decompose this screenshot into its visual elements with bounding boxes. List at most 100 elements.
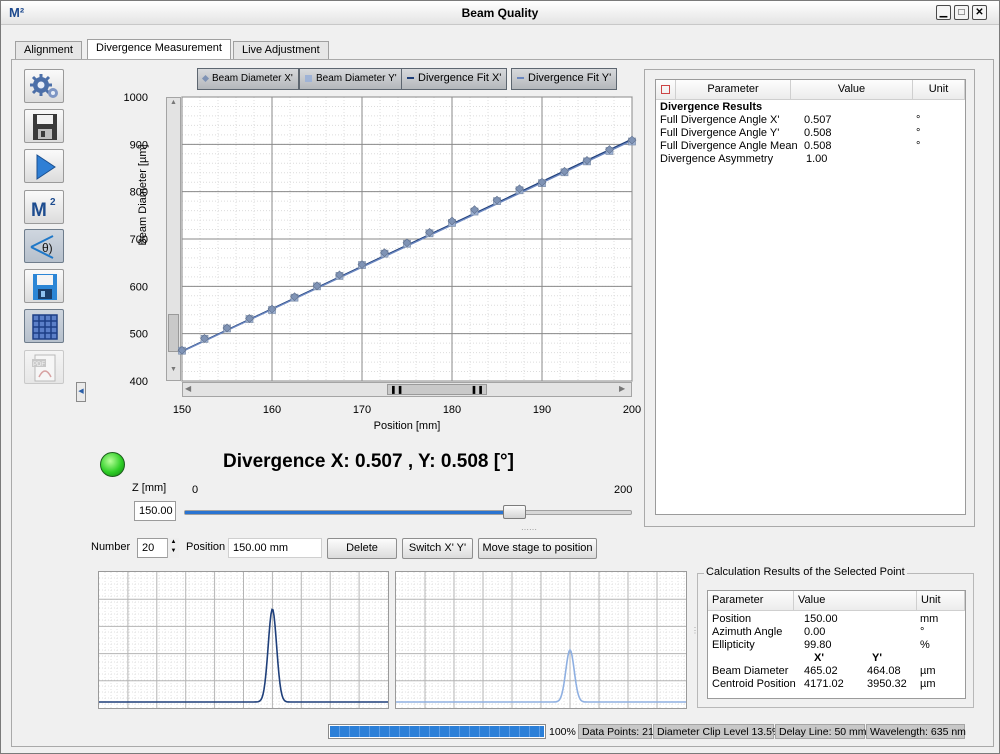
z-slider-handle[interactable] <box>503 505 527 519</box>
svg-text:PDF: PDF <box>33 362 45 368</box>
y-tick-label: 500 <box>130 329 148 341</box>
profile-curve-x <box>99 572 388 708</box>
sp-row-value: 99.80 <box>804 639 832 651</box>
sp-col-value[interactable]: Value <box>794 591 917 611</box>
tab-alignment[interactable]: Alignment <box>15 41 82 60</box>
sp-row-unit: mm <box>920 613 939 625</box>
grid-table-icon <box>32 314 58 340</box>
sp-row-value: 150.00 <box>804 613 838 625</box>
sp-header-y: Y' <box>872 652 882 664</box>
section-divergence-results: Divergence Results <box>660 101 763 113</box>
horizontal-splitter-handle[interactable]: ⋯⋯ <box>521 525 537 534</box>
result-row-unit: ° <box>916 114 921 126</box>
result-row-value: 0.507 <box>804 114 832 126</box>
x-tick-label: 170 <box>353 404 371 416</box>
result-row-parameter: Divergence Asymmetry <box>660 153 774 165</box>
sp-xy-row-y: 3950.32 <box>867 678 907 690</box>
table-row-stripe <box>656 165 965 178</box>
close-button[interactable]: ✕ <box>972 5 987 20</box>
sp-xy-row-y: 464.08 <box>867 665 901 677</box>
table-view-button[interactable] <box>24 309 64 343</box>
save-button[interactable] <box>24 269 64 303</box>
sp-col-parameter[interactable]: Parameter <box>708 591 794 611</box>
status-led-icon <box>100 452 125 477</box>
m2-button[interactable]: M 2 <box>24 190 64 224</box>
x-tick-label: 160 <box>263 404 281 416</box>
result-row-parameter: Full Divergence Angle Y' <box>660 127 780 139</box>
status-clip-level: Diameter Clip Level 13.5% <box>653 724 781 739</box>
settings-button[interactable] <box>24 69 64 103</box>
x-tick-label: 190 <box>533 404 551 416</box>
main-window: M² Beam Quality ▁ □ ✕ Alignment Divergen… <box>0 0 1000 754</box>
divergence-button[interactable]: θ) <box>24 229 64 263</box>
divergence-chart[interactable]: 150 160 170 180 190 200 400 500 600 700 800 900 1000… <box>101 91 646 446</box>
col-header-value[interactable]: Value <box>791 80 913 100</box>
legend-divergence-fit-y[interactable]: Divergence Fit Y' <box>511 68 618 90</box>
legend-divergence-fit-x[interactable]: Divergence Fit X' <box>401 68 508 90</box>
chart-x-axis-label: Position [mm] <box>374 420 441 432</box>
z-label: Z [mm] <box>132 482 167 494</box>
load-disk-icon <box>33 114 57 140</box>
col-header-unit[interactable]: Unit <box>913 80 965 100</box>
y-tick-label: 700 <box>130 234 148 246</box>
status-wavelength: Wavelength: 635 nm <box>866 724 966 739</box>
z-value-field[interactable]: 150.00 <box>134 501 176 521</box>
result-row-unit: ° <box>916 127 921 139</box>
selected-point-title: Calculation Results of the Selected Poin… <box>704 566 907 578</box>
sp-row-param: Azimuth Angle <box>712 626 783 638</box>
line-marker-icon <box>517 77 524 80</box>
result-row-parameter: Full Divergence Angle Mean <box>660 140 798 152</box>
move-stage-button[interactable]: Move stage to position <box>478 538 597 559</box>
z-slider-track[interactable] <box>184 510 632 515</box>
y-tick-label: 1000 <box>124 92 148 104</box>
maximize-button[interactable]: □ <box>954 5 969 20</box>
svg-text:2: 2 <box>50 197 56 208</box>
x-tick-label: 200 <box>623 404 641 416</box>
divergence-results-table: Parameter Value Unit Divergence Results … <box>655 79 966 515</box>
sp-row-unit: ° <box>920 626 925 638</box>
status-delay-line: Delay Line: 50 mm <box>775 724 867 739</box>
spin-arrows-icon[interactable]: ▲ ▼ <box>167 538 179 558</box>
position-label: Position <box>186 541 226 553</box>
sp-row-param: Position <box>712 613 752 625</box>
result-row-parameter: Full Divergence Angle X' <box>660 114 780 126</box>
sp-xy-row-param: Centroid Position <box>712 678 796 690</box>
sp-row-param: Ellipticity <box>712 639 755 651</box>
start-button[interactable] <box>24 149 64 183</box>
table-settings-icon[interactable] <box>656 80 676 100</box>
m2-icon: M 2 <box>31 197 56 221</box>
number-label: Number <box>91 541 131 553</box>
z-slider-fill <box>185 511 516 514</box>
minimize-button[interactable]: ▁ <box>936 5 951 20</box>
z-max-label: 200 <box>614 484 633 496</box>
settings-gear-icon <box>30 74 58 98</box>
delete-button[interactable]: Delete <box>327 538 397 559</box>
svg-text:θ): θ) <box>42 241 53 255</box>
tab-live-adjustment[interactable]: Live Adjustment <box>233 41 329 60</box>
position-field[interactable]: 150.00 mm <box>228 538 322 558</box>
sp-col-unit[interactable]: Unit <box>917 591 965 611</box>
result-row-unit: ° <box>916 140 921 152</box>
result-row-value: 0.508 <box>804 127 832 139</box>
load-button[interactable] <box>24 109 64 143</box>
x-tick-label: 180 <box>443 404 461 416</box>
result-row-value: 1.00 <box>806 153 828 165</box>
diamond-marker-icon <box>201 74 210 82</box>
sp-xy-row-x: 4171.02 <box>804 678 844 690</box>
pdf-export-button[interactable]: PDF <box>24 350 64 384</box>
tab-divergence-measurement[interactable]: Divergence Measurement <box>87 39 231 61</box>
profile-plot-y <box>395 571 687 709</box>
legend-beam-diameter-x[interactable]: Beam Diameter X' <box>197 68 299 90</box>
progress-label: 100% <box>549 726 576 738</box>
collapse-toolbar-arrow-icon[interactable]: ◀ <box>76 382 86 402</box>
result-row-value: 0.508 <box>804 140 832 152</box>
col-header-parameter[interactable]: Parameter <box>676 80 791 100</box>
y-tick-label: 900 <box>130 139 148 151</box>
title-bar: M² Beam Quality ▁ □ ✕ <box>1 1 999 25</box>
selected-point-table: Parameter Value Unit Position 150.00 mm Azi… <box>707 590 966 699</box>
window-title: Beam Quality <box>461 6 539 20</box>
switch-xy-button[interactable]: Switch X' Y' <box>402 538 473 559</box>
legend-beam-diameter-y[interactable]: Beam Diameter Y' <box>299 68 403 90</box>
pdf-export-icon: PDF <box>32 354 56 382</box>
sp-header-x: X' <box>814 652 824 664</box>
